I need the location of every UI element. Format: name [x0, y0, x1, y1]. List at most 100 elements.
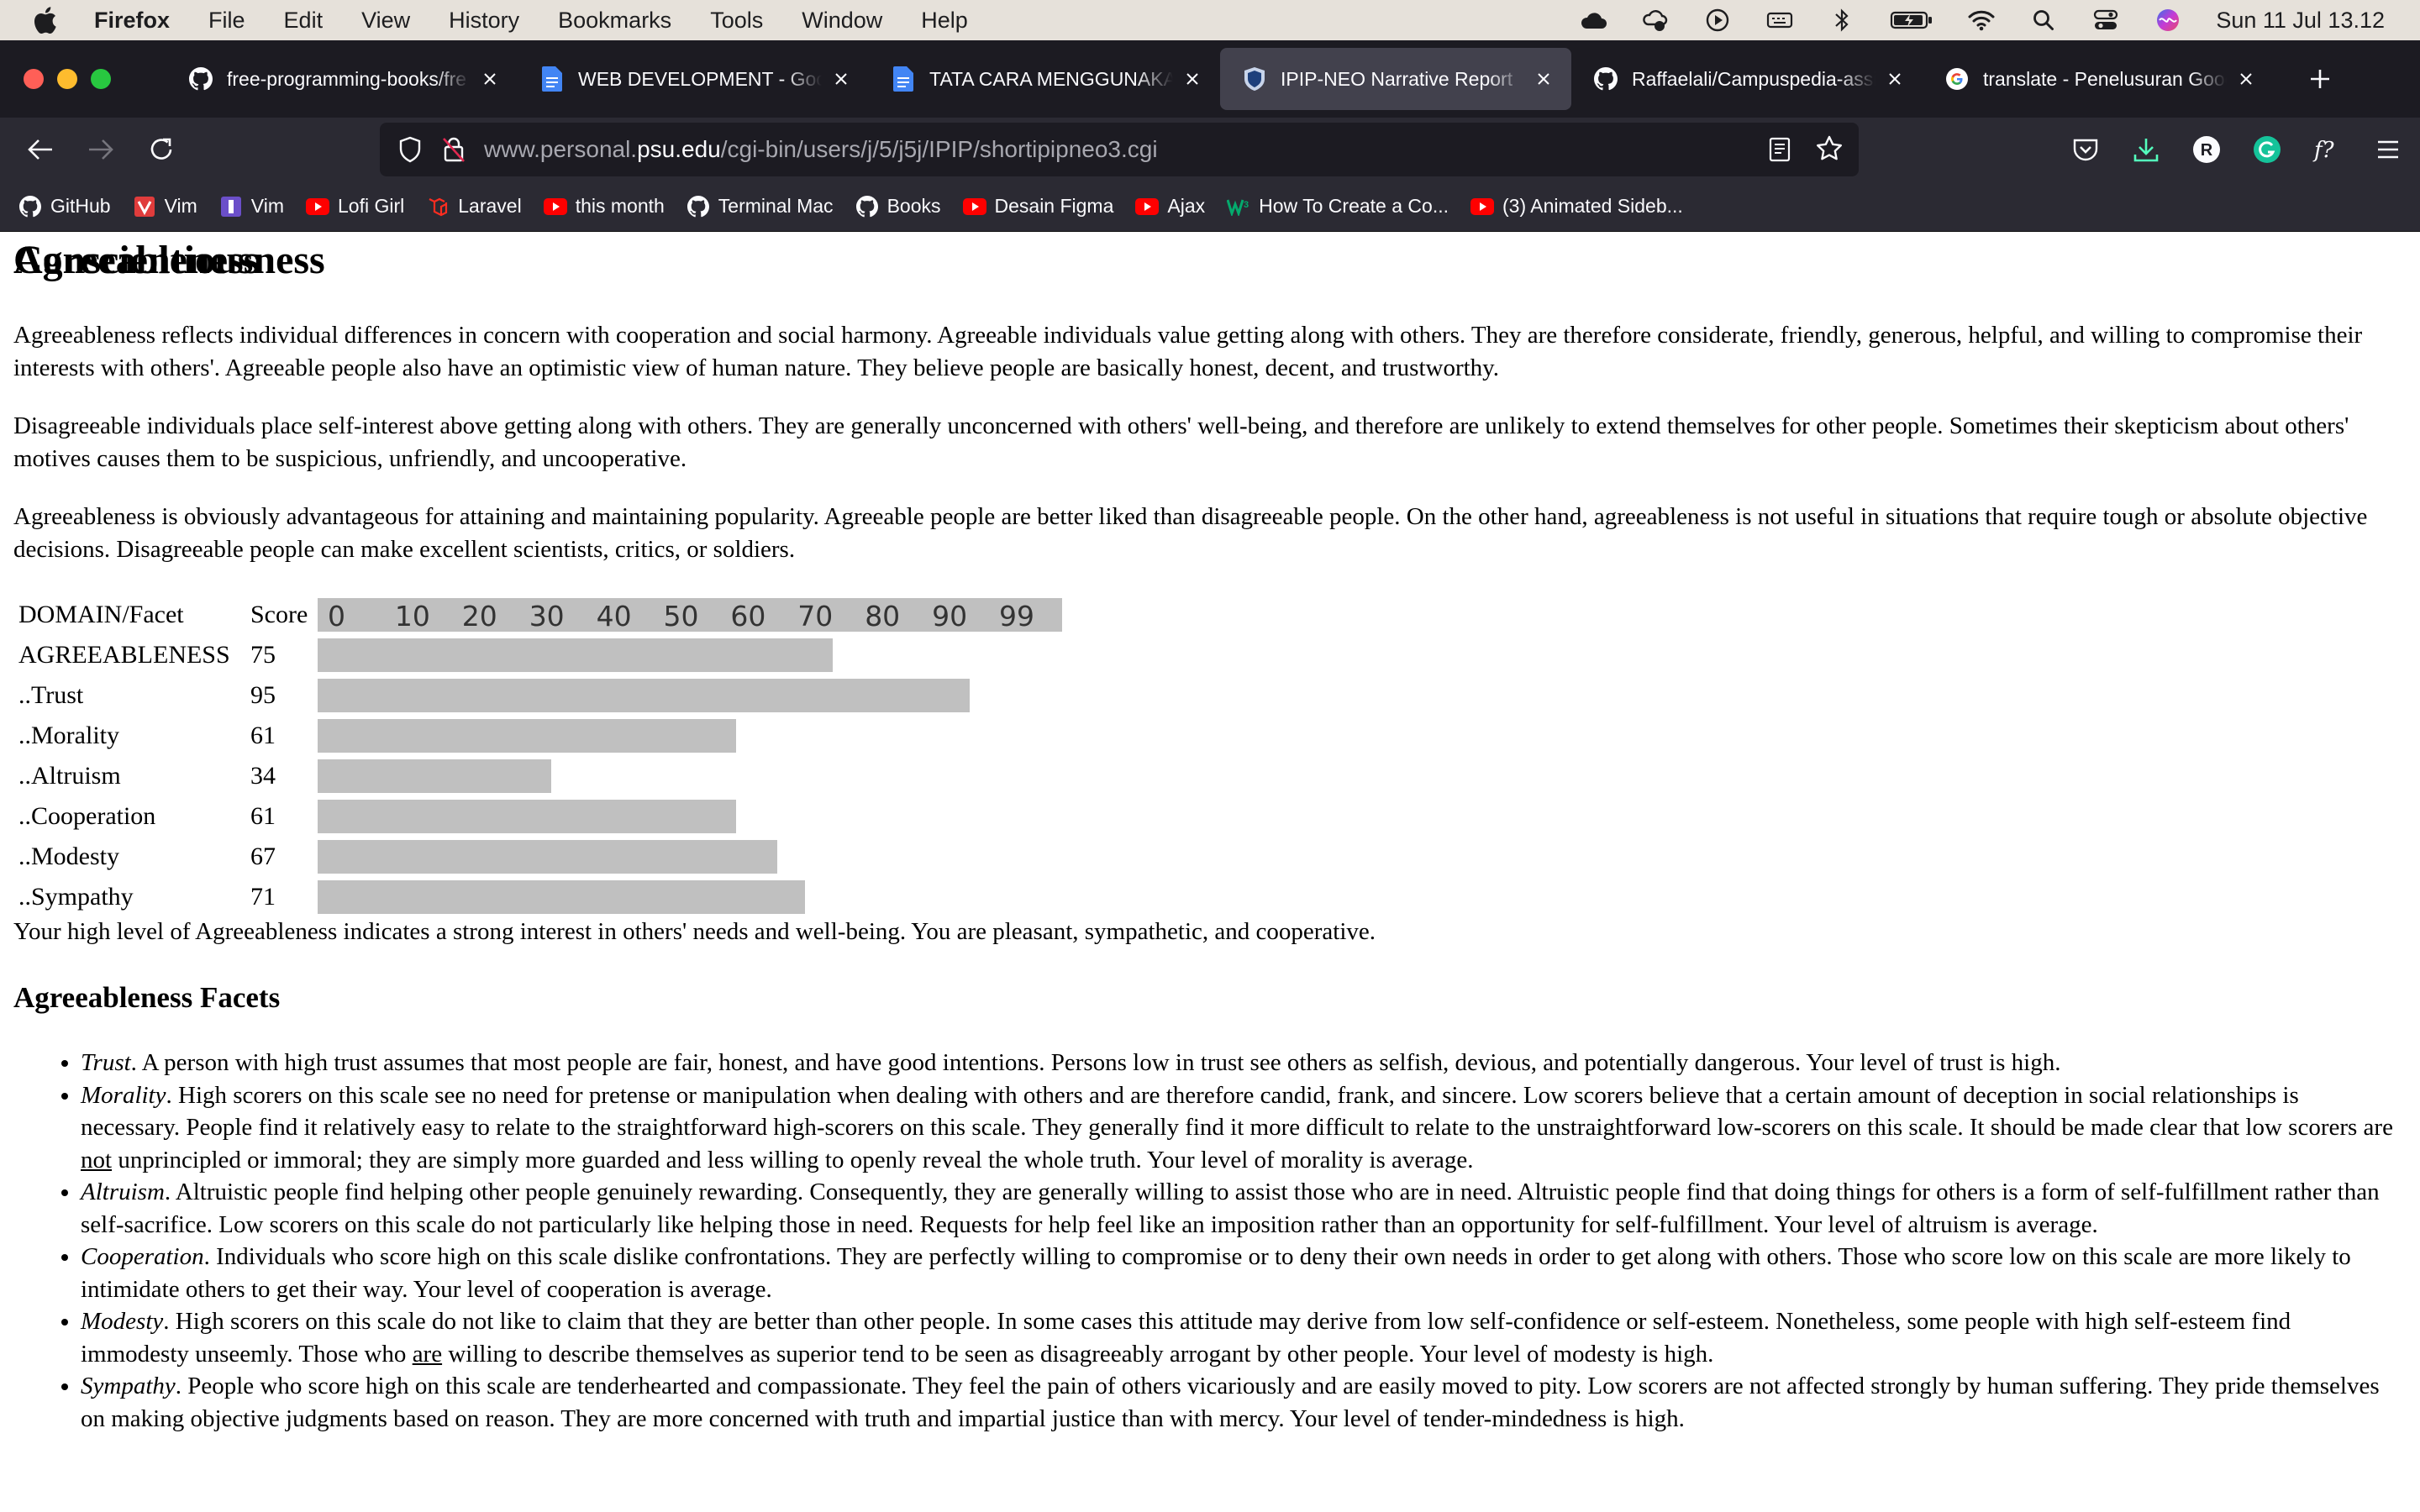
tab-campuspedia[interactable]: Raffaelali/Campuspedia-assi: [1571, 48, 1923, 110]
back-arrow-icon[interactable]: [18, 128, 62, 171]
close-tab-icon[interactable]: [479, 68, 501, 90]
spotlight-search-icon[interactable]: [2029, 6, 2058, 34]
bookmark-ajax[interactable]: Ajax: [1135, 195, 1205, 218]
close-tab-icon[interactable]: [1884, 68, 1906, 90]
tab-ipip-neo-report[interactable]: IPIP-NEO Narrative Report: [1220, 48, 1571, 110]
bookmark-github[interactable]: GitHub: [18, 195, 111, 218]
page-content: Agreeableness Agreeableness reflects ind…: [0, 232, 2420, 1512]
score-scale: 0 10 20 30 40 50 60 70 80 90 99: [318, 598, 1065, 633]
menu-file[interactable]: File: [208, 8, 245, 34]
url-prefix: www.personal.: [484, 136, 638, 162]
facet-item-modesty: Modesty. High scorers on this scale do n…: [81, 1305, 2400, 1370]
menu-edit[interactable]: Edit: [284, 8, 324, 34]
close-tab-icon[interactable]: [830, 68, 852, 90]
bookmark-desain-figma[interactable]: Desain Figma: [962, 195, 1113, 218]
bookmark-books[interactable]: Books: [855, 195, 941, 218]
zoom-window-button[interactable]: [91, 69, 111, 89]
bookmark-vim-2[interactable]: Vim: [219, 195, 284, 218]
facet-score: 61: [250, 722, 276, 749]
url-path: /cgi-bin/users/j/5/j5j/IPIP/shortipipneo…: [720, 136, 1158, 162]
siri-icon[interactable]: [2154, 6, 2182, 34]
tab-title: translate - Penelusuran Goog: [1983, 67, 2227, 90]
hamburger-menu-icon[interactable]: [2366, 128, 2410, 171]
menubar-clock[interactable]: Sun 11 Jul 13.12: [2216, 8, 2385, 34]
scale-tick-0: 0: [328, 600, 345, 633]
wifi-icon[interactable]: [1967, 6, 1996, 34]
bookmark-laravel[interactable]: Laravel: [426, 195, 522, 218]
play-circle-icon[interactable]: [1703, 6, 1732, 34]
score-rows: AGREEABLENESS 75 ..Trust 95 ..Morality 61 ..Al…: [13, 635, 1065, 917]
close-window-button[interactable]: [24, 69, 44, 89]
bookmark-label: Vim: [164, 195, 197, 217]
account-r-icon[interactable]: R: [2185, 128, 2228, 171]
paragraph-advantages: Agreeableness is obviously advantageous …: [13, 503, 2368, 563]
facet-item-morality: Morality. High scorers on this scale see…: [81, 1079, 2400, 1177]
apple-icon[interactable]: [32, 6, 66, 34]
battery-icon[interactable]: [1890, 6, 1933, 34]
control-center-icon[interactable]: [2091, 6, 2120, 34]
bookmark-label: (3) Animated Sideb...: [1502, 195, 1683, 217]
forward-arrow-icon[interactable]: [79, 128, 123, 171]
close-tab-icon[interactable]: [2235, 68, 2257, 90]
facet-name: Sympathy: [81, 1373, 176, 1399]
bookmark-this-month[interactable]: this month: [543, 195, 665, 218]
reload-icon[interactable]: [139, 128, 183, 171]
new-tab-plus-icon[interactable]: [2299, 58, 2341, 100]
function-extension-icon[interactable]: f?: [2306, 128, 2349, 171]
close-tab-icon[interactable]: [1181, 68, 1203, 90]
tab-web-development[interactable]: WEB DEVELOPMENT - Google: [518, 48, 869, 110]
tab-translate-search[interactable]: translate - Penelusuran Goog: [1923, 48, 2274, 110]
bookmark-vim[interactable]: Vim: [133, 195, 197, 218]
bookmark-lofi-girl[interactable]: Lofi Girl: [306, 195, 404, 218]
minimize-window-button[interactable]: [57, 69, 77, 89]
bookmark-how-to-create[interactable]: 3 How To Create a Co...: [1227, 195, 1449, 218]
keyboard-icon[interactable]: [1765, 6, 1794, 34]
youtube-icon: [543, 195, 567, 218]
menu-app-firefox[interactable]: Firefox: [94, 8, 170, 34]
menu-tools[interactable]: Tools: [710, 8, 763, 34]
tab-free-programming-books[interactable]: free-programming-books/fre: [166, 48, 518, 110]
score-bar: [318, 719, 736, 753]
bluetooth-icon[interactable]: [1828, 6, 1856, 34]
cloud-icon[interactable]: [1579, 6, 1607, 34]
facet-name: Trust: [81, 1049, 131, 1076]
scale-tick-40: 40: [596, 600, 632, 633]
menu-history[interactable]: History: [449, 8, 519, 34]
scale-tick-10: 10: [394, 600, 430, 633]
tab-tata-cara[interactable]: TATA CARA MENGGUNAKAN: [869, 48, 1220, 110]
close-tab-icon[interactable]: [1533, 68, 1555, 90]
menu-bookmarks[interactable]: Bookmarks: [558, 8, 671, 34]
pocket-icon[interactable]: [2064, 128, 2107, 171]
score-table-header: DOMAIN/Facet Score 0 10 20 30 40 50 60 70 80 90 99: [13, 595, 1065, 635]
bookmark-label: Terminal Mac: [718, 195, 834, 217]
svg-text:R: R: [2201, 141, 2213, 160]
domain-summary: Your high level of Agreeableness indicat…: [13, 918, 1376, 945]
svg-text:3: 3: [1244, 200, 1249, 210]
vim-purple-icon: [219, 195, 243, 218]
scale-tick-20: 20: [461, 600, 497, 633]
bookmark-star-icon[interactable]: [1815, 134, 1844, 169]
tracking-shield-icon[interactable]: [392, 136, 429, 163]
facet-label: AGREEABLENESS: [18, 641, 230, 669]
grammarly-icon[interactable]: [2245, 128, 2289, 171]
menu-view[interactable]: View: [361, 8, 410, 34]
bookmark-label: How To Create a Co...: [1259, 195, 1449, 217]
menu-help[interactable]: Help: [921, 8, 968, 34]
score-bar-track: [318, 638, 1065, 672]
facet-name: Modesty: [81, 1308, 164, 1335]
scale-tick-30: 30: [529, 600, 565, 633]
score-row: ..Modesty 67: [13, 837, 1065, 877]
window-controls: [24, 69, 124, 89]
facet-item-sympathy: Sympathy. People who score high on this …: [81, 1370, 2400, 1435]
url-bar[interactable]: www.personal.psu.edu/cgi-bin/users/j/5/j…: [380, 123, 1859, 176]
reader-view-icon[interactable]: [1768, 136, 1791, 169]
cloud-sync-icon[interactable]: [1641, 6, 1670, 34]
facet-description-cont: willing to describe themselves as superi…: [442, 1340, 1714, 1368]
downloads-icon[interactable]: [2124, 128, 2168, 171]
score-bar: [318, 759, 551, 793]
score-bar-track: [318, 880, 1065, 914]
menu-window[interactable]: Window: [802, 8, 882, 34]
bookmark-terminal-mac[interactable]: Terminal Mac: [687, 195, 834, 218]
bookmark-animated-sidebar[interactable]: (3) Animated Sideb...: [1470, 195, 1683, 218]
insecure-lock-icon[interactable]: [435, 136, 472, 163]
